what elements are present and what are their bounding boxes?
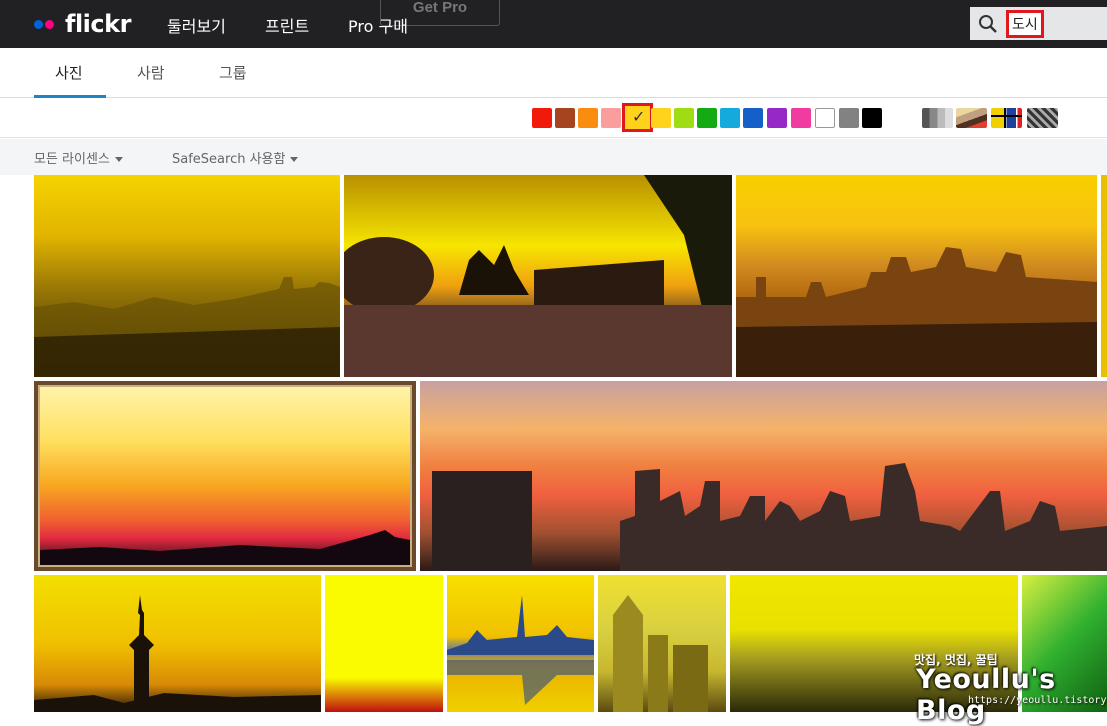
pattern-style-icon[interactable] bbox=[1027, 108, 1058, 128]
search-icon[interactable] bbox=[978, 14, 998, 34]
color-swatch-gold[interactable] bbox=[651, 108, 671, 128]
city-silhouette bbox=[34, 277, 340, 377]
logo-blue-dot bbox=[34, 19, 43, 29]
nav-explore[interactable]: 둘러보기 bbox=[167, 13, 226, 37]
safesearch-dropdown[interactable]: SafeSearch 사용함 bbox=[172, 148, 299, 167]
photo-galata-tower[interactable] bbox=[34, 575, 321, 712]
chevron-down-icon bbox=[114, 157, 123, 162]
license-label: 모든 라이센스 bbox=[34, 152, 110, 167]
depth-of-field-style-icon[interactable] bbox=[956, 108, 987, 128]
grid-lines-icon bbox=[991, 108, 1022, 128]
safesearch-label: SafeSearch 사용함 bbox=[172, 152, 286, 167]
license-filter-bar: 모든 라이센스 SafeSearch 사용함 bbox=[0, 139, 1107, 175]
building-silhouette bbox=[613, 595, 708, 712]
photo-paris-la-defense[interactable] bbox=[736, 175, 1097, 377]
photo-yellow-skyscrapers[interactable] bbox=[598, 575, 726, 712]
photo-yellow-red-town[interactable] bbox=[325, 575, 443, 712]
result-type-tabs: 사진 사람 그룹 bbox=[0, 48, 1107, 98]
color-swatch-orange[interactable] bbox=[578, 108, 598, 128]
logo-pink-dot bbox=[45, 19, 54, 29]
nav-buy-pro[interactable]: Pro 구매 bbox=[348, 13, 408, 37]
city-silhouette bbox=[432, 463, 1107, 571]
color-swatch-yellow-selected[interactable]: ✓ bbox=[622, 103, 653, 132]
photo-city-skyline-orange-sky[interactable] bbox=[420, 381, 1107, 571]
watermark-url: https://yeoullu.tistory.com bbox=[968, 695, 1107, 706]
city-silhouette bbox=[736, 247, 1097, 377]
logo-text: flickr bbox=[65, 10, 131, 38]
color-swatch-blue[interactable] bbox=[743, 108, 763, 128]
license-dropdown[interactable]: 모든 라이센스 bbox=[34, 148, 123, 167]
black-and-white-style-icon[interactable] bbox=[922, 108, 953, 128]
flickr-logo[interactable]: flickr bbox=[34, 10, 131, 38]
tree-silhouette bbox=[40, 530, 410, 565]
color-swatch-purple[interactable] bbox=[767, 108, 787, 128]
color-swatch-lime[interactable] bbox=[674, 108, 694, 128]
color-swatch-pink-light[interactable] bbox=[601, 108, 621, 128]
search-box[interactable]: 도시 bbox=[970, 7, 1107, 40]
photo-virtual-island-sunset[interactable] bbox=[344, 175, 732, 377]
photo-framed-orange-sunset[interactable] bbox=[34, 381, 416, 571]
photo-dubai-reflection[interactable] bbox=[447, 575, 594, 712]
island-silhouette bbox=[344, 175, 732, 377]
skyline-reflection bbox=[447, 595, 594, 705]
nav-prints[interactable]: 프린트 bbox=[265, 13, 309, 37]
top-navigation-bar: flickr Get Pro 둘러보기 프린트 Pro 구매 도시 bbox=[0, 0, 1107, 48]
sunset-painting bbox=[38, 385, 412, 567]
minimalist-style-icon[interactable] bbox=[991, 108, 1022, 128]
color-swatch-green[interactable] bbox=[697, 108, 717, 128]
color-swatch-brown[interactable] bbox=[555, 108, 575, 128]
color-swatch-cyan[interactable] bbox=[720, 108, 740, 128]
color-swatch-gray[interactable] bbox=[839, 108, 859, 128]
photo-hazy-yellow-city[interactable] bbox=[34, 175, 340, 377]
color-swatch-black[interactable] bbox=[862, 108, 882, 128]
color-swatch-magenta[interactable] bbox=[791, 108, 811, 128]
active-tab-indicator bbox=[34, 95, 106, 98]
color-filter-bar: ✓ bbox=[0, 99, 1107, 138]
color-swatch-white[interactable] bbox=[815, 108, 835, 128]
photo-partial-edge[interactable] bbox=[1101, 175, 1107, 377]
chevron-down-icon bbox=[290, 157, 299, 162]
check-icon: ✓ bbox=[632, 107, 646, 126]
search-input[interactable]: 도시 bbox=[1006, 10, 1044, 38]
color-swatch-red[interactable] bbox=[532, 108, 552, 128]
tab-photos[interactable]: 사진 bbox=[55, 62, 83, 83]
tab-people[interactable]: 사람 bbox=[137, 62, 165, 83]
tab-groups[interactable]: 그룹 bbox=[219, 62, 247, 83]
tower-silhouette bbox=[34, 595, 321, 712]
